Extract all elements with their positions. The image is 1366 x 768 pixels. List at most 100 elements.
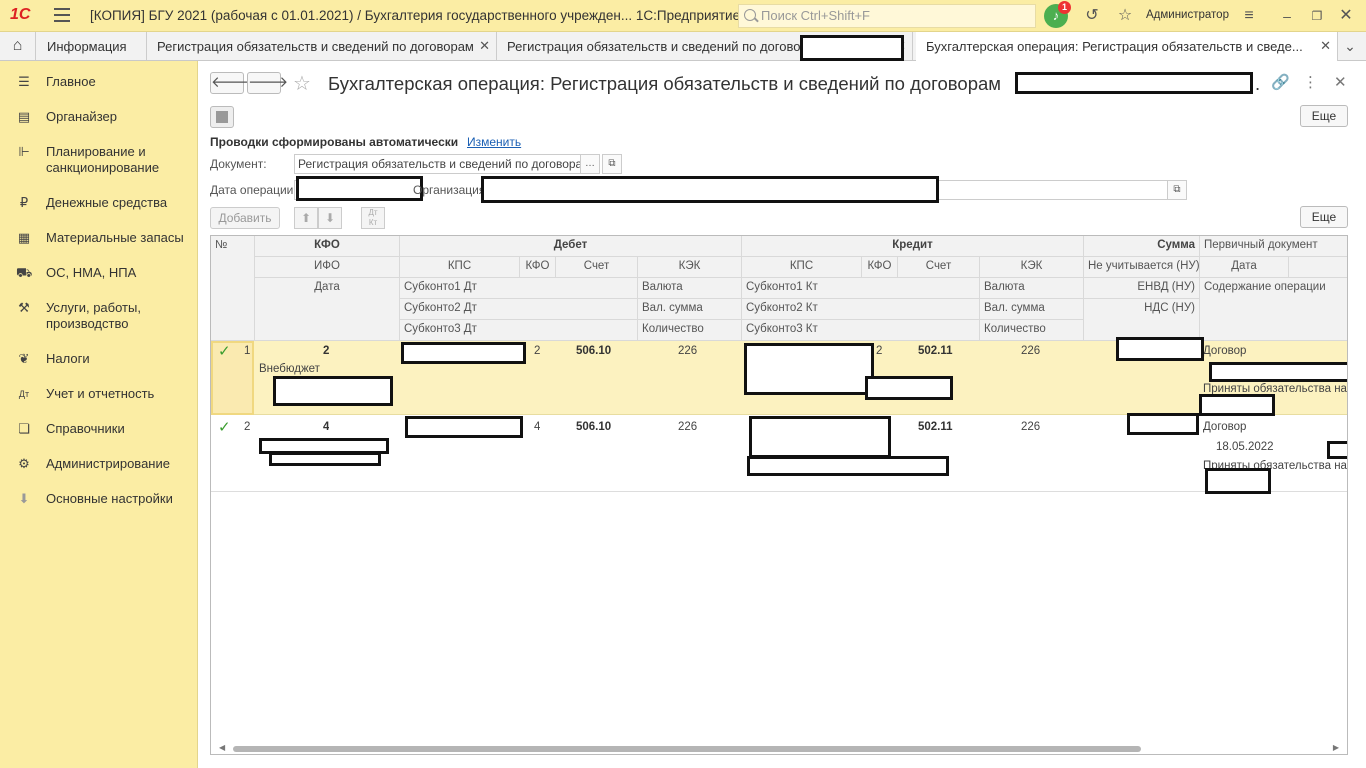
settings-menu-icon[interactable]: ≡ — [1237, 4, 1261, 28]
current-user[interactable]: Администратор — [1146, 9, 1229, 21]
col-sum[interactable]: Сумма — [1084, 236, 1200, 257]
row-kt-account[interactable]: 502.11 — [918, 421, 953, 433]
col-sub1-kt[interactable]: Субконто1 Кт — [742, 278, 980, 299]
more-button[interactable]: Еще — [1300, 105, 1348, 127]
link-icon[interactable]: 🔗 — [1271, 73, 1290, 91]
sidebar-item-services[interactable]: ⚒ Услуги, работы, производство — [0, 300, 198, 332]
sidebar-item-planning[interactable]: ⊩ Планирование и санкционирование — [0, 144, 198, 176]
row-kfo[interactable]: 2 — [323, 345, 329, 357]
restore-icon[interactable]: ❐ — [1305, 4, 1329, 28]
row-primary-doc[interactable]: Договор — [1203, 421, 1246, 433]
horizontal-scrollbar[interactable]: ◀ ▶ — [211, 742, 1347, 754]
col-kt-kfo[interactable]: КФО — [862, 257, 898, 278]
scroll-left-arrow-icon[interactable]: ◀ — [219, 743, 225, 752]
col-pd-date[interactable]: Дата — [1200, 257, 1289, 278]
favorite-star-icon[interactable]: ☆ — [293, 71, 311, 96]
col-sub2-dt[interactable]: Субконто2 Дт — [400, 299, 638, 320]
col-no[interactable]: № — [211, 236, 255, 341]
sidebar-item-reporting[interactable]: Дт Учет и отчетность — [0, 386, 198, 402]
tab-information[interactable]: Информация — [37, 32, 147, 60]
move-up-icon[interactable]: ⬆ — [294, 207, 318, 229]
debit-credit-swap-icon[interactable]: Дт Кт — [361, 207, 385, 229]
scroll-right-arrow-icon[interactable]: ▶ — [1333, 743, 1339, 752]
sidebar-item-basic-settings[interactable]: ⬇ Основные настройки — [0, 491, 198, 507]
sidebar-item-main[interactable]: ☰ Главное — [0, 74, 198, 90]
sidebar-item-fixed-assets[interactable]: ⛟ ОС, НМА, НПА — [0, 265, 198, 281]
col-nds[interactable]: НДС (НУ) — [1084, 299, 1200, 341]
row-dt-account[interactable]: 506.10 — [576, 345, 611, 357]
tab-registration-list[interactable]: Регистрация обязательств и сведений по д… — [147, 32, 497, 60]
row-kfo[interactable]: 4 — [323, 421, 329, 433]
col-dt-kek[interactable]: КЭК — [638, 257, 742, 278]
save-button[interactable] — [210, 106, 234, 128]
col-kt-account[interactable]: Счет — [898, 257, 980, 278]
sidebar-item-catalogs[interactable]: ❏ Справочники — [0, 421, 198, 437]
col-kt-qty[interactable]: Количество — [980, 320, 1084, 341]
row-dt-kfo[interactable]: 4 — [534, 421, 540, 433]
close-window-icon[interactable]: ✕ — [1334, 4, 1358, 28]
col-not-counted[interactable]: Не учитывается (НУ) — [1084, 257, 1200, 278]
sidebar-item-money[interactable]: ₽ Денежные средства — [0, 195, 198, 211]
search-input[interactable]: Поиск Ctrl+Shift+F — [738, 4, 1036, 28]
sidebar-item-administration[interactable]: ⚙ Администрирование — [0, 456, 198, 472]
col-op-content[interactable]: Содержание операции — [1200, 278, 1347, 341]
col-dt-account[interactable]: Счет — [556, 257, 638, 278]
col-credit[interactable]: Кредит — [742, 236, 1084, 257]
change-link[interactable]: Изменить — [467, 135, 521, 149]
scrollbar-thumb[interactable] — [233, 746, 1141, 752]
tabs-dropdown-icon[interactable]: ⌄ — [1338, 34, 1362, 58]
sidebar-item-taxes[interactable]: ❦ Налоги — [0, 351, 198, 367]
tab-accounting-operation[interactable]: Бухгалтерская операция: Регистрация обяз… — [916, 32, 1338, 61]
col-primary-doc[interactable]: Первичный документ — [1200, 236, 1347, 257]
row-kt-account[interactable]: 502.11 — [918, 345, 953, 357]
col-sub3-dt[interactable]: Субконто3 Дт — [400, 320, 638, 341]
col-dt-kps[interactable]: КПС — [400, 257, 520, 278]
col-kt-cur-sum[interactable]: Вал. сумма — [980, 299, 1084, 320]
row-kt-kek[interactable]: 226 — [1021, 345, 1040, 357]
col-debit[interactable]: Дебет — [400, 236, 742, 257]
close-tab-icon[interactable]: ✕ — [479, 38, 490, 54]
col-pd-extra[interactable] — [1289, 257, 1347, 278]
history-icon[interactable]: ↺ — [1080, 4, 1104, 28]
close-form-icon[interactable]: ✕ — [1334, 73, 1347, 91]
row-dt-kek[interactable]: 226 — [678, 421, 697, 433]
col-dt-kfo[interactable]: КФО — [520, 257, 556, 278]
minimize-icon[interactable]: – — [1275, 4, 1299, 28]
forward-button[interactable]: 🡒 — [247, 72, 288, 94]
back-button[interactable]: 🡐 — [210, 72, 251, 94]
main-menu-icon[interactable] — [54, 8, 70, 22]
col-kt-kps[interactable]: КПС — [742, 257, 862, 278]
row-dt-kek[interactable]: 226 — [678, 345, 697, 357]
col-sub3-kt[interactable]: Субконто3 Кт — [742, 320, 980, 341]
move-down-icon[interactable]: ⬇ — [318, 207, 342, 229]
col-kt-kek[interactable]: КЭК — [980, 257, 1084, 278]
col-dt-qty[interactable]: Количество — [638, 320, 742, 341]
sidebar-item-materials[interactable]: ▦ Материальные запасы — [0, 230, 198, 246]
row-primary-doc[interactable]: Договор — [1203, 345, 1246, 357]
col-kfo[interactable]: КФО — [255, 236, 400, 257]
table-more-button[interactable]: Еще — [1300, 206, 1348, 228]
row-pd-date[interactable]: 18.05.2022 — [1216, 441, 1274, 453]
col-dt-currency[interactable]: Валюта — [638, 278, 742, 299]
row-ifo[interactable]: Внебюджет — [259, 363, 320, 375]
add-row-button[interactable]: Добавить — [210, 207, 280, 229]
row-kt-kfo[interactable]: 2 — [876, 345, 882, 357]
favorites-star-icon[interactable]: ☆ — [1113, 4, 1137, 28]
close-tab-icon[interactable]: ✕ — [1320, 38, 1331, 54]
col-sub2-kt[interactable]: Субконто2 Кт — [742, 299, 980, 320]
document-field[interactable]: Регистрация обязательств и сведений по д… — [294, 154, 599, 174]
open-document-icon[interactable]: ⧉ — [602, 154, 622, 174]
col-kt-currency[interactable]: Валюта — [980, 278, 1084, 299]
col-envd[interactable]: ЕНВД (НУ) — [1084, 278, 1200, 299]
col-sub1-dt[interactable]: Субконто1 Дт — [400, 278, 638, 299]
row-kt-kek[interactable]: 226 — [1021, 421, 1040, 433]
more-vertical-icon[interactable]: ⋮ — [1303, 73, 1318, 91]
col-date[interactable]: Дата — [255, 278, 400, 341]
col-ifo[interactable]: ИФО — [255, 257, 400, 278]
row-dt-kfo[interactable]: 2 — [534, 345, 540, 357]
home-icon[interactable]: ⌂ — [0, 32, 36, 60]
sidebar-item-organizer[interactable]: ▤ Органайзер — [0, 109, 198, 125]
row-dt-account[interactable]: 506.10 — [576, 421, 611, 433]
open-organization-icon[interactable]: ⧉ — [1167, 180, 1187, 200]
col-dt-cur-sum[interactable]: Вал. сумма — [638, 299, 742, 320]
